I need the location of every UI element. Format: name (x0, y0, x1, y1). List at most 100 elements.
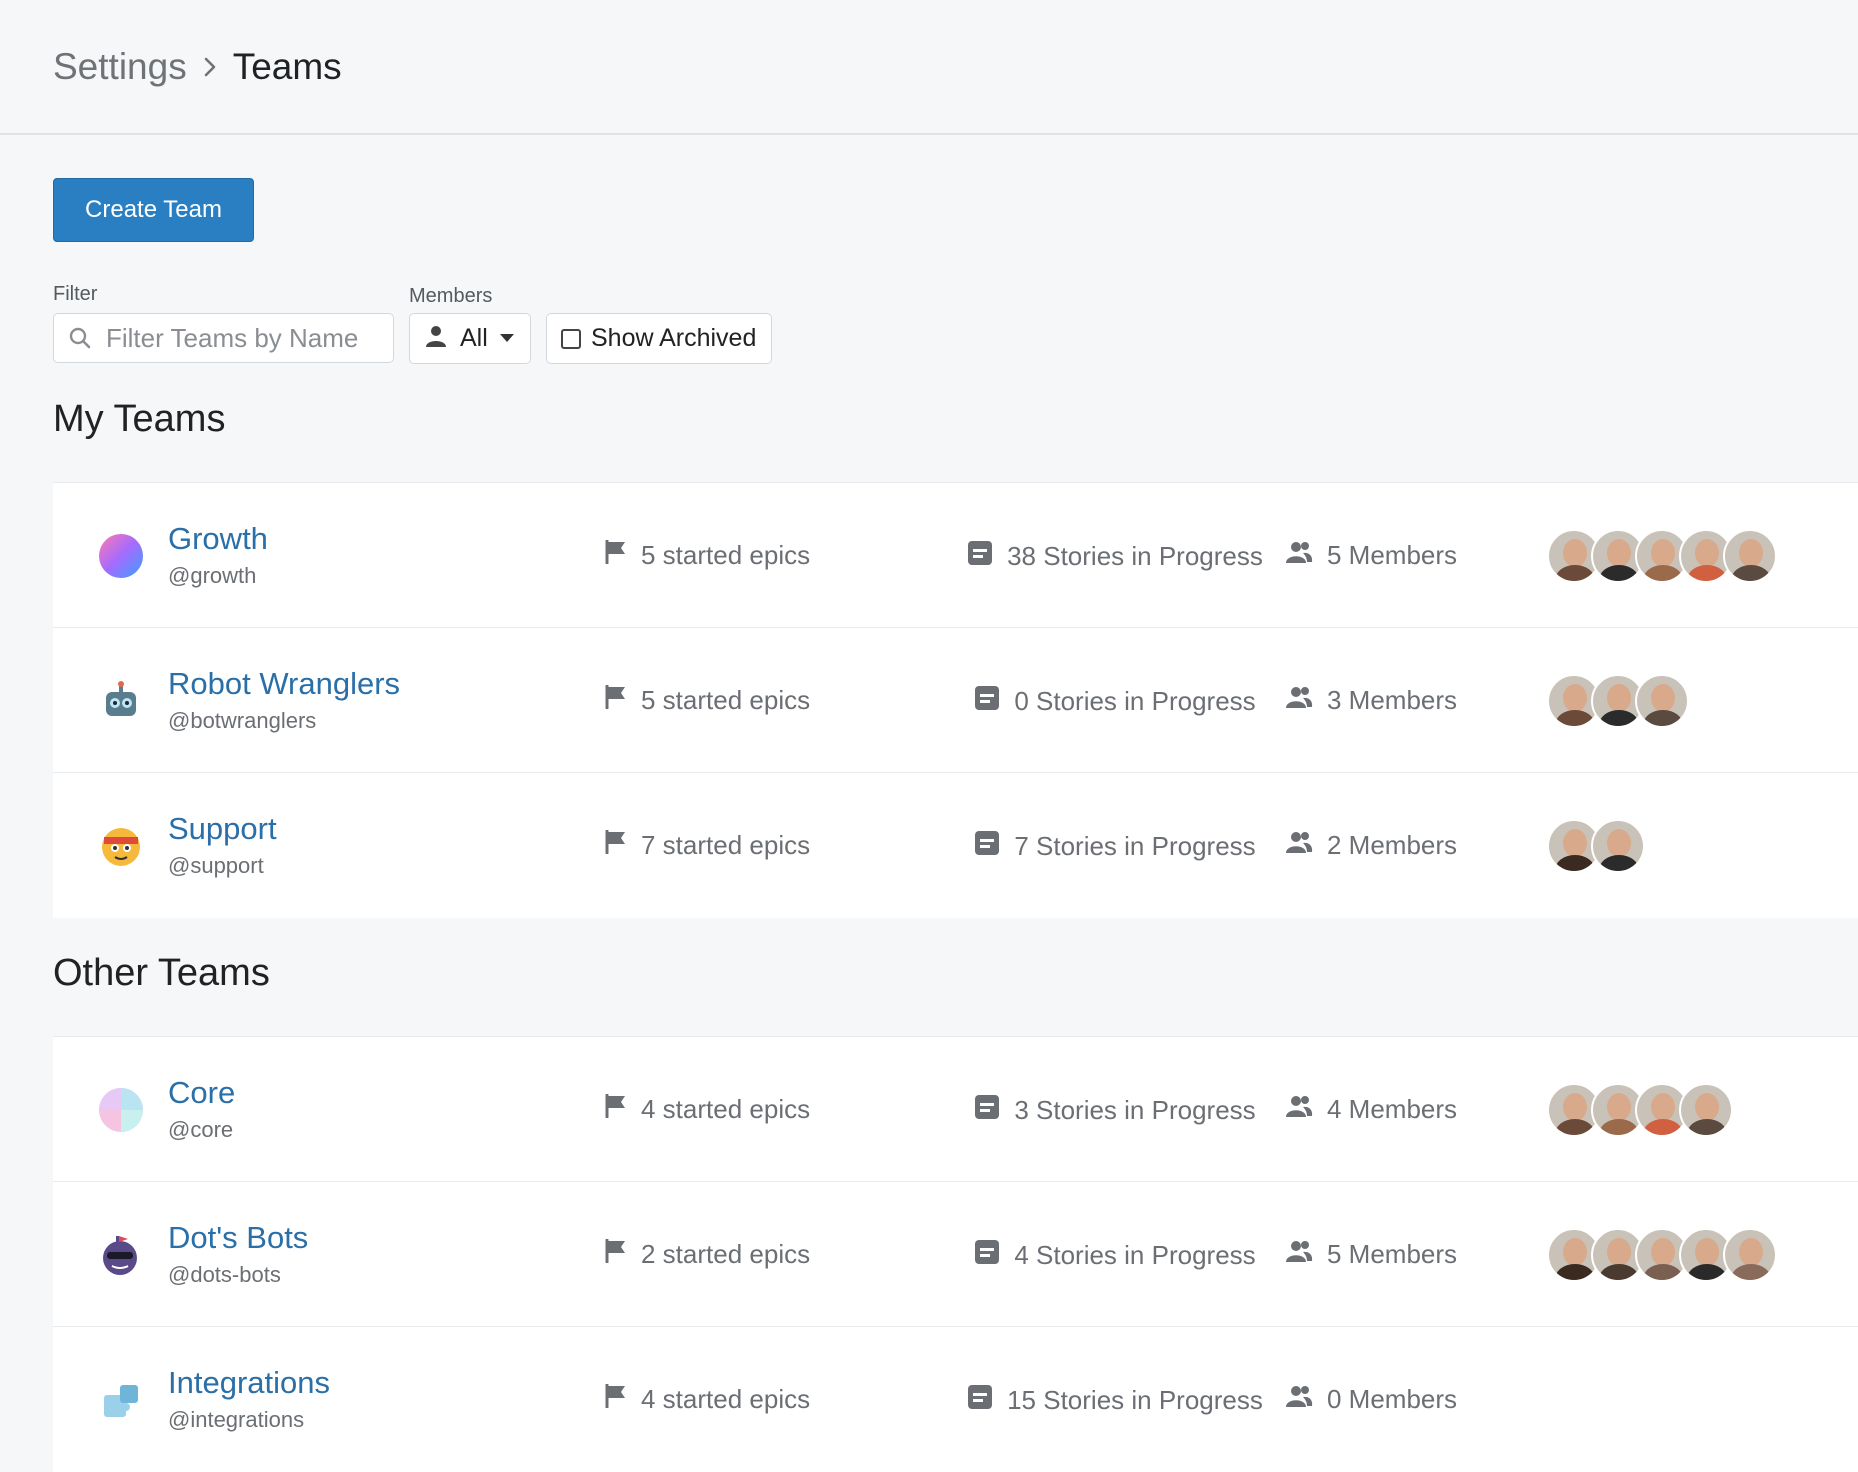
member-avatar[interactable] (1679, 1083, 1733, 1137)
members-text: 3 Members (1327, 685, 1458, 715)
team-name-link[interactable]: Robot Wranglers (168, 666, 400, 702)
avatar-body (1555, 710, 1595, 726)
members-dropdown[interactable]: All (409, 313, 531, 364)
avatar-head (1695, 1093, 1719, 1121)
flag-icon (605, 829, 641, 861)
avatar-head (1563, 1093, 1587, 1121)
avatar-head (1607, 829, 1631, 857)
avatar-body (1687, 1264, 1727, 1280)
members-icon (1285, 1384, 1327, 1415)
avatar-body (1731, 1264, 1771, 1280)
members-text: 4 Members (1327, 1094, 1458, 1124)
story-icon (967, 1384, 1007, 1417)
member-avatar[interactable] (1723, 529, 1777, 583)
show-archived-checkbox[interactable] (561, 328, 581, 349)
avatar-body (1555, 1264, 1595, 1280)
team-handle: @botwranglers (168, 708, 317, 733)
stories-stat: 15 Stories in Progress (967, 1384, 1263, 1417)
avatar-body (1731, 565, 1771, 581)
avatar-head (1695, 1238, 1719, 1266)
member-avatar[interactable] (1723, 1228, 1777, 1282)
flag-icon (605, 1238, 641, 1270)
stories-stat: 7 Stories in Progress (974, 830, 1256, 863)
team-name-link[interactable]: Integrations (168, 1365, 330, 1401)
other-teams-heading: Other Teams (53, 952, 270, 994)
support-mascot-icon (98, 823, 144, 869)
team-name-link[interactable]: Core (168, 1075, 235, 1111)
breadcrumb-settings-link[interactable]: Settings (53, 44, 187, 90)
members-text: 0 Members (1327, 1384, 1458, 1414)
story-icon (974, 830, 1014, 863)
started-epics-stat: 5 started epics (605, 539, 811, 571)
members-stat: 4 Members (1285, 1094, 1457, 1125)
started-epics-stat: 2 started epics (605, 1238, 810, 1270)
search-icon (68, 326, 92, 350)
stories-stat: 3 Stories in Progress (974, 1094, 1256, 1127)
avatar-body (1555, 565, 1595, 581)
members-dropdown-value: All (460, 324, 488, 352)
members-icon (1285, 685, 1327, 716)
stories-text: 7 Stories in Progress (1014, 831, 1256, 861)
avatar-head (1651, 539, 1675, 567)
story-icon (967, 540, 1007, 573)
members-icon (1285, 830, 1327, 861)
person-icon (424, 324, 448, 353)
members-text: 2 Members (1327, 830, 1458, 860)
show-archived-toggle[interactable]: Show Archived (546, 313, 772, 364)
member-avatar[interactable] (1635, 674, 1689, 728)
team-row: Core @core 4 started epics 3 Stories in Pro… (53, 1037, 1858, 1182)
stories-text: 0 Stories in Progress (1014, 686, 1256, 716)
my-teams-list: Growth @growth 5 started epics 38 Stories i… (53, 482, 1858, 918)
avatar-head (1607, 684, 1631, 712)
members-text: 5 Members (1327, 540, 1458, 570)
avatar-body (1643, 565, 1683, 581)
avatar-head (1651, 1238, 1675, 1266)
started-epics-text: 5 started epics (641, 685, 811, 715)
started-epics-text: 5 started epics (641, 540, 811, 570)
page-title: Teams (232, 46, 342, 87)
member-avatars (1547, 674, 1689, 728)
filter-field[interactable] (53, 313, 394, 363)
avatar-head (1651, 1093, 1675, 1121)
team-name-link[interactable]: Support (168, 811, 277, 847)
avatar-head (1607, 1093, 1631, 1121)
avatar-head (1651, 684, 1675, 712)
team-row: Dot's Bots @dots-bots 2 started epics 4 Sto… (53, 1182, 1858, 1327)
members-icon (1285, 1094, 1327, 1125)
avatar-body (1599, 710, 1639, 726)
story-icon (974, 1239, 1014, 1272)
team-name-link[interactable]: Dot's Bots (168, 1220, 308, 1256)
started-epics-text: 4 started epics (641, 1094, 811, 1124)
avatar-body (1555, 1119, 1595, 1135)
avatar-head (1695, 539, 1719, 567)
team-name-link[interactable]: Growth (168, 521, 268, 557)
member-avatars (1547, 529, 1777, 583)
stories-text: 15 Stories in Progress (1007, 1385, 1263, 1415)
team-handle: @dots-bots (168, 1262, 281, 1287)
team-handle: @core (168, 1117, 234, 1142)
filter-input[interactable] (106, 322, 376, 354)
avatar-head (1563, 684, 1587, 712)
breadcrumb: Settings Teams (53, 44, 342, 90)
team-row: Support @support 7 started epics 7 Stories … (53, 773, 1858, 918)
stories-text: 3 Stories in Progress (1014, 1095, 1256, 1125)
members-text: 5 Members (1327, 1239, 1458, 1269)
member-avatar[interactable] (1591, 819, 1645, 873)
page-header: Settings Teams (0, 0, 1858, 135)
create-team-button[interactable]: Create Team (53, 178, 254, 242)
robot-icon (98, 678, 144, 724)
avatar-head (1607, 539, 1631, 567)
gradient-orb-icon (98, 533, 144, 579)
team-handle: @growth (168, 563, 257, 588)
puzzle-icon (98, 1377, 144, 1423)
team-row: Growth @growth 5 started epics 38 Stories i… (53, 483, 1858, 628)
avatar-body (1599, 565, 1639, 581)
team-row: Integrations @integrations 4 started epics… (53, 1327, 1858, 1472)
started-epics-stat: 5 started epics (605, 684, 811, 716)
members-stat: 5 Members (1285, 1239, 1457, 1270)
my-teams-heading: My Teams (53, 398, 226, 440)
stories-stat: 4 Stories in Progress (974, 1239, 1256, 1272)
member-avatars (1547, 819, 1645, 873)
avatar-body (1599, 855, 1639, 871)
stories-text: 38 Stories in Progress (1007, 541, 1263, 571)
